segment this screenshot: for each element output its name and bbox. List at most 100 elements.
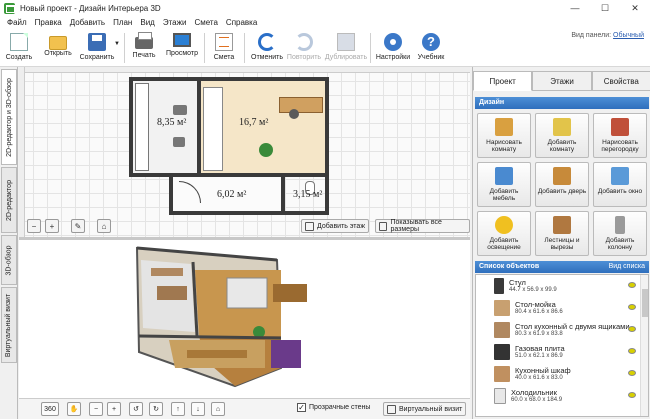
chair[interactable] bbox=[173, 137, 185, 147]
visibility-toggle-icon[interactable] bbox=[628, 392, 636, 398]
draw-partition-button[interactable]: Нарисовать перегородку bbox=[593, 113, 647, 158]
desk[interactable] bbox=[279, 97, 323, 113]
print-button[interactable]: Печать bbox=[130, 31, 158, 65]
minimize-button[interactable]: — bbox=[560, 0, 590, 16]
room-area-label: 6,02 м² bbox=[217, 189, 247, 200]
tab-2d-editor[interactable]: 2D-редактор bbox=[1, 167, 17, 233]
tab-properties[interactable]: Свойства bbox=[591, 71, 650, 91]
tab-floors[interactable]: Этажи bbox=[532, 71, 592, 91]
tilt-down-button[interactable]: ↓ bbox=[191, 402, 205, 416]
menu-bar: Файл Правка Добавить План Вид Этажи Смет… bbox=[0, 16, 650, 29]
object-list[interactable]: Стул 44.7 x 56.9 x 99.9 Стол-мойка 80.4 x … bbox=[475, 274, 649, 417]
visibility-toggle-icon[interactable] bbox=[628, 282, 636, 288]
preview-button[interactable]: Просмотр bbox=[166, 31, 198, 65]
transparent-walls-checkbox[interactable]: ✓ Прозрачные стены bbox=[297, 403, 370, 412]
home-button[interactable]: ⌂ bbox=[211, 402, 225, 416]
list-view-toggle[interactable]: Вид списка bbox=[609, 261, 645, 273]
zoom-in-button[interactable]: + bbox=[45, 219, 59, 233]
add-lighting-button[interactable]: Добавить освещение bbox=[477, 211, 531, 256]
add-floor-button[interactable]: Добавить этаж bbox=[301, 219, 370, 233]
gear-icon bbox=[384, 33, 402, 51]
maximize-button[interactable]: ☐ bbox=[590, 0, 620, 16]
add-door-button[interactable]: Добавить дверь bbox=[535, 162, 589, 207]
add-column-button[interactable]: Добавить колонну bbox=[593, 211, 647, 256]
dimensions-icon bbox=[379, 221, 388, 231]
add-furniture-button[interactable]: Добавить мебель bbox=[477, 162, 531, 207]
menu-edit[interactable]: Правка bbox=[31, 16, 66, 29]
menu-file[interactable]: Файл bbox=[3, 16, 31, 29]
bed[interactable] bbox=[203, 87, 223, 171]
plant[interactable] bbox=[259, 143, 273, 157]
draw-room-button[interactable]: Нарисовать комнату bbox=[477, 113, 531, 158]
list-item[interactable]: Кухонный шкаф 40.0 x 61.6 x 83.0 bbox=[476, 363, 648, 385]
tutorial-button[interactable]: ? Учебник bbox=[414, 31, 448, 65]
rotate-left-button[interactable]: ↺ bbox=[129, 402, 143, 416]
visibility-toggle-icon[interactable] bbox=[628, 348, 636, 354]
help-icon: ? bbox=[422, 33, 440, 51]
add-room-button[interactable]: Добавить комнату bbox=[535, 113, 589, 158]
kitchen-counter[interactable] bbox=[135, 83, 149, 171]
settings-button[interactable]: Настройки bbox=[374, 31, 412, 65]
wall bbox=[169, 211, 329, 215]
show-sizes-button[interactable]: Показывать все размеры bbox=[375, 219, 470, 233]
list-item[interactable]: Холодильник 60.0 x 68.0 x 184.9 bbox=[476, 385, 648, 407]
office-chair[interactable] bbox=[289, 109, 299, 119]
menu-view[interactable]: Вид bbox=[136, 16, 158, 29]
tab-2d-3d[interactable]: 2D-редактор и 3D-обзор bbox=[1, 69, 17, 165]
menu-floors[interactable]: Этажи bbox=[159, 16, 191, 29]
menu-add[interactable]: Добавить bbox=[66, 16, 109, 29]
fridge-icon bbox=[494, 388, 506, 404]
hand-pan-button[interactable]: ✋ bbox=[67, 402, 81, 416]
plan-2d-editor[interactable]: 8,35 м² 16,7 м² 6,02 м² 3,15 м² − + ✎ ⌂ … bbox=[19, 67, 470, 237]
tab-virtual-visit[interactable]: Виртуальный визит bbox=[1, 287, 17, 363]
zoom-out-button[interactable]: − bbox=[27, 219, 41, 233]
visibility-toggle-icon[interactable] bbox=[628, 370, 636, 376]
kitchen-table-icon bbox=[494, 322, 510, 338]
add-room-icon bbox=[553, 118, 571, 136]
sink-table-icon bbox=[494, 300, 510, 316]
ruler-button[interactable]: ✎ bbox=[71, 219, 85, 233]
home-button[interactable]: ⌂ bbox=[97, 219, 111, 233]
list-item[interactable]: Стул 44.7 x 56.9 x 99.9 bbox=[476, 275, 648, 297]
undo-button[interactable]: Отменить bbox=[250, 31, 284, 65]
menu-help[interactable]: Справка bbox=[222, 16, 261, 29]
scrollbar-thumb[interactable] bbox=[642, 289, 648, 317]
tab-3d-view[interactable]: 3D-обзор bbox=[1, 235, 17, 285]
menu-plan[interactable]: План bbox=[109, 16, 136, 29]
close-button[interactable]: ✕ bbox=[620, 0, 650, 16]
gas-stove-icon bbox=[494, 344, 510, 360]
kitchen-cabinet-icon bbox=[494, 366, 510, 382]
zoom-in-button[interactable]: + bbox=[107, 402, 121, 416]
save-button[interactable]: Сохранить bbox=[78, 31, 116, 65]
menu-estimate[interactable]: Смета bbox=[190, 16, 221, 29]
object-list-scrollbar[interactable] bbox=[640, 275, 648, 416]
tilt-up-button[interactable]: ↑ bbox=[171, 402, 185, 416]
rotate-360-button[interactable]: 360 bbox=[41, 402, 59, 416]
list-item[interactable]: Стол-мойка 80.4 x 61.6 x 86.6 bbox=[476, 297, 648, 319]
zoom-out-button[interactable]: − bbox=[89, 402, 103, 416]
estimate-button[interactable]: Смета bbox=[210, 31, 238, 65]
room-area-label: 8,35 м² bbox=[157, 117, 187, 128]
duplicate-button[interactable]: Дублировать bbox=[324, 31, 368, 65]
open-button[interactable]: Открыть bbox=[42, 31, 74, 65]
rotate-right-button[interactable]: ↻ bbox=[149, 402, 163, 416]
create-button[interactable]: Создать bbox=[4, 31, 34, 65]
list-item[interactable]: Стол кухонный с двумя ящиками 80.3 x 61.9… bbox=[476, 319, 648, 341]
save-dropdown-icon[interactable]: ▼ bbox=[114, 41, 120, 47]
panel-view-selector[interactable]: Вид панели: Обычный bbox=[571, 32, 644, 39]
chair-icon bbox=[495, 167, 513, 185]
visibility-toggle-icon[interactable] bbox=[628, 304, 636, 310]
visibility-toggle-icon[interactable] bbox=[628, 326, 636, 332]
redo-button[interactable]: Повторить bbox=[286, 31, 322, 65]
checkbox-checked-icon[interactable]: ✓ bbox=[297, 403, 306, 412]
wall bbox=[325, 77, 329, 215]
chair[interactable] bbox=[173, 105, 187, 115]
view-3d[interactable] bbox=[19, 240, 470, 400]
stairs-cutouts-button[interactable]: Лестницы и вырезы bbox=[535, 211, 589, 256]
list-item[interactable]: Газовая плита 51.0 x 62.1 x 86.9 bbox=[476, 341, 648, 363]
new-file-icon bbox=[10, 33, 28, 51]
add-window-button[interactable]: Добавить окно bbox=[593, 162, 647, 207]
tab-project[interactable]: Проект bbox=[473, 71, 533, 91]
floor-plan[interactable]: 8,35 м² 16,7 м² 6,02 м² 3,15 м² bbox=[129, 77, 329, 217]
virtual-visit-button[interactable]: Виртуальный визит bbox=[383, 402, 467, 416]
